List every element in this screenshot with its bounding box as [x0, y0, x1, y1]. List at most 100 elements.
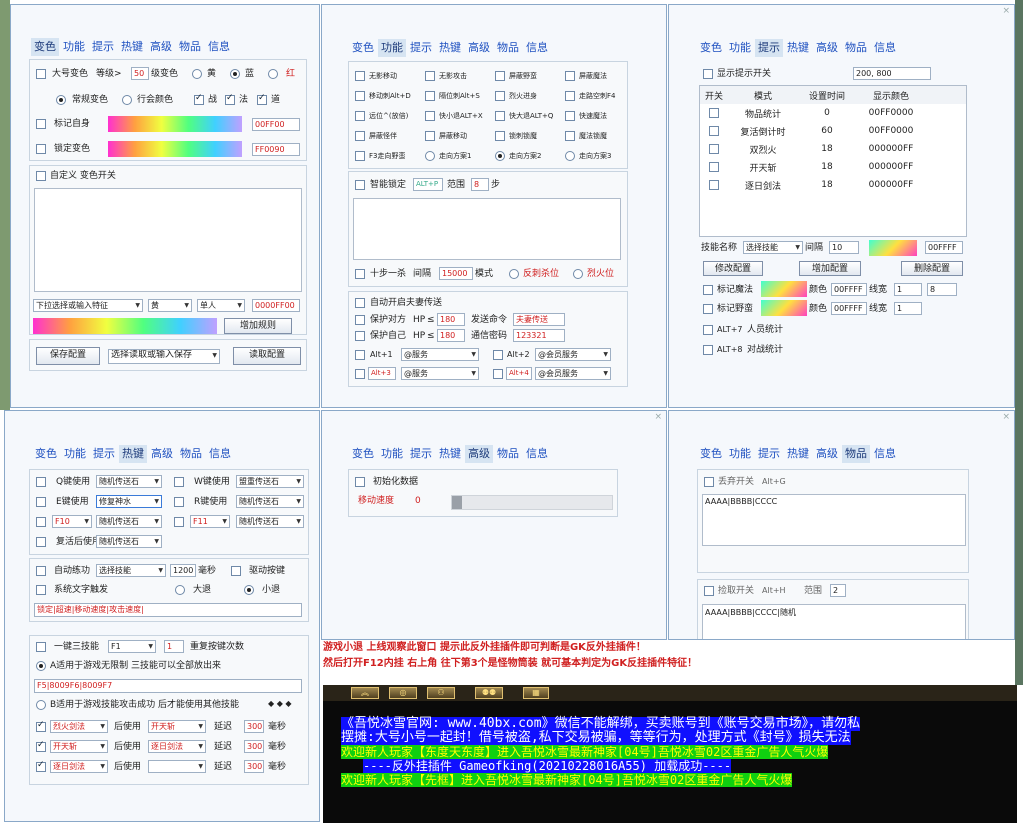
skill-select[interactable]: 选择技能	[743, 241, 803, 254]
protect-self-hp-input[interactable]: 180	[437, 329, 465, 342]
tab-info[interactable]: 信息	[205, 38, 233, 56]
config-select[interactable]: 选择读取或输入保存	[108, 349, 220, 364]
interval-input[interactable]: 10	[829, 241, 859, 254]
tip-switch-checkbox[interactable]	[703, 69, 713, 79]
mage-checkbox[interactable]	[225, 93, 235, 105]
delay-input[interactable]: 300	[244, 740, 264, 753]
send-command-input[interactable]: 夫妻传送	[513, 313, 565, 326]
tab-hotkey[interactable]: 热键	[784, 445, 812, 463]
protect-self-checkbox[interactable]	[355, 331, 365, 341]
function-option-toggle[interactable]	[355, 111, 365, 121]
tab-tips[interactable]: 提示	[89, 38, 117, 56]
combo-checkbox[interactable]	[36, 760, 46, 772]
combo-next-select[interactable]: 逐日剑法	[148, 740, 206, 753]
modify-config-button[interactable]: 修改配置	[703, 261, 763, 276]
function-option-toggle[interactable]	[565, 71, 575, 81]
tab-function[interactable]: 功能	[378, 445, 406, 463]
combo-next-select[interactable]	[148, 760, 206, 773]
tab-function[interactable]: 功能	[60, 38, 88, 56]
tab-color[interactable]: 变色	[349, 445, 377, 463]
delay-input[interactable]: 300	[244, 760, 264, 773]
table-row[interactable]: 复活倒计时 60 00FF0000	[700, 122, 966, 140]
combo-skill-select[interactable]: 烈火剑法	[50, 720, 108, 733]
tab-hotkey[interactable]: 热键	[436, 445, 464, 463]
tab-advanced[interactable]: 高级	[147, 38, 175, 56]
alt4-checkbox[interactable]	[493, 369, 503, 379]
delay-input[interactable]: 300	[244, 720, 264, 733]
tab-info[interactable]: 信息	[871, 39, 899, 57]
function-option-toggle[interactable]	[495, 91, 505, 101]
skill-color-input[interactable]: 00FFFF	[925, 241, 963, 254]
revive-checkbox[interactable]	[36, 537, 46, 547]
function-option-toggle[interactable]	[355, 131, 365, 141]
mode-a-input[interactable]: F5|8009F6|8009F7	[34, 679, 302, 693]
color-picker[interactable]	[761, 300, 807, 316]
table-row[interactable]: 开天斩 18 000000FF	[700, 158, 966, 176]
smart-lock-list[interactable]	[353, 198, 621, 260]
color-picker[interactable]	[33, 318, 217, 334]
grid-icon[interactable]: ▦	[523, 687, 549, 699]
line-width-input[interactable]: 1	[894, 302, 922, 315]
repeat-input[interactable]: 1	[164, 640, 184, 653]
hotkey-checkbox[interactable]	[36, 497, 46, 507]
function-option-toggle[interactable]	[425, 111, 435, 121]
color-picker[interactable]	[869, 240, 917, 256]
tab-advanced[interactable]: 高级	[813, 39, 841, 57]
mark-magic-checkbox[interactable]	[703, 285, 713, 295]
taoist-checkbox[interactable]	[257, 93, 267, 105]
tab-function[interactable]: 功能	[726, 445, 754, 463]
custom-color-checkbox[interactable]	[36, 171, 46, 181]
blue-radio[interactable]	[230, 69, 240, 79]
close-icon[interactable]: ×	[1002, 413, 1010, 422]
close-icon[interactable]: ×	[654, 413, 662, 422]
discard-checkbox[interactable]	[704, 477, 714, 487]
combo-next-select[interactable]: 开天斩	[148, 720, 206, 733]
protect-other-checkbox[interactable]	[355, 315, 365, 325]
chat-icon[interactable]: ◎	[389, 687, 417, 699]
tab-advanced[interactable]: 高级	[465, 39, 493, 57]
move-speed-slider[interactable]	[451, 495, 613, 510]
tab-tips[interactable]: 提示	[755, 39, 783, 57]
feature-select[interactable]: 下拉选择或输入特征	[33, 299, 143, 312]
combo-checkbox[interactable]	[36, 720, 46, 732]
add-rule-button[interactable]: 增加规则	[224, 318, 292, 334]
hotkey-item-select[interactable]: 随机传送石	[96, 515, 162, 528]
init-data-checkbox[interactable]	[355, 477, 365, 487]
delete-config-button[interactable]: 删除配置	[901, 261, 963, 276]
tab-hotkey[interactable]: 热键	[119, 445, 147, 463]
people-icon[interactable]: ⚉⚉	[475, 687, 503, 699]
discard-list[interactable]: AAAA|BBBB|CCCC	[702, 494, 966, 546]
auto-train-skill-select[interactable]: 选择技能	[96, 564, 166, 577]
smart-lock-checkbox[interactable]	[355, 180, 365, 190]
hotkey-checkbox[interactable]	[174, 477, 184, 487]
hotkey-item-select[interactable]: 随机传送石	[96, 475, 162, 488]
auto-wife-checkbox[interactable]	[355, 298, 365, 308]
function-option-toggle[interactable]	[425, 71, 435, 81]
function-option-toggle[interactable]	[425, 151, 435, 161]
alt1-checkbox[interactable]	[355, 350, 365, 360]
tab-function[interactable]: 功能	[726, 39, 754, 57]
tab-items[interactable]: 物品	[494, 445, 522, 463]
function-option-toggle[interactable]	[355, 91, 365, 101]
tab-tips[interactable]: 提示	[90, 445, 118, 463]
tab-color[interactable]: 变色	[31, 38, 59, 56]
normal-color-radio[interactable]	[56, 95, 66, 105]
alt3-key-input[interactable]: Alt+3	[368, 367, 396, 380]
tab-hotkey[interactable]: 热键	[118, 38, 146, 56]
alt3-checkbox[interactable]	[355, 369, 365, 379]
function-option-toggle[interactable]	[495, 71, 505, 81]
close-icon[interactable]: ×	[1002, 7, 1010, 16]
save-config-button[interactable]: 保存配置	[36, 347, 100, 365]
table-row[interactable]: 双烈火 18 000000FF	[700, 140, 966, 158]
person-select[interactable]: 单人	[197, 299, 245, 312]
mark-self-color-input[interactable]: 00FF00	[252, 118, 300, 131]
hotkey-checkbox[interactable]	[174, 517, 184, 527]
alt4-key-input[interactable]: Alt+4	[506, 367, 532, 380]
row-checkbox[interactable]	[709, 180, 719, 190]
tab-advanced[interactable]: 高级	[465, 445, 493, 463]
tab-info[interactable]: 信息	[871, 445, 899, 463]
tab-function[interactable]: 功能	[378, 39, 406, 57]
color-picker[interactable]	[108, 141, 242, 157]
tab-color[interactable]: 变色	[697, 445, 725, 463]
big-color-checkbox[interactable]	[36, 69, 46, 79]
